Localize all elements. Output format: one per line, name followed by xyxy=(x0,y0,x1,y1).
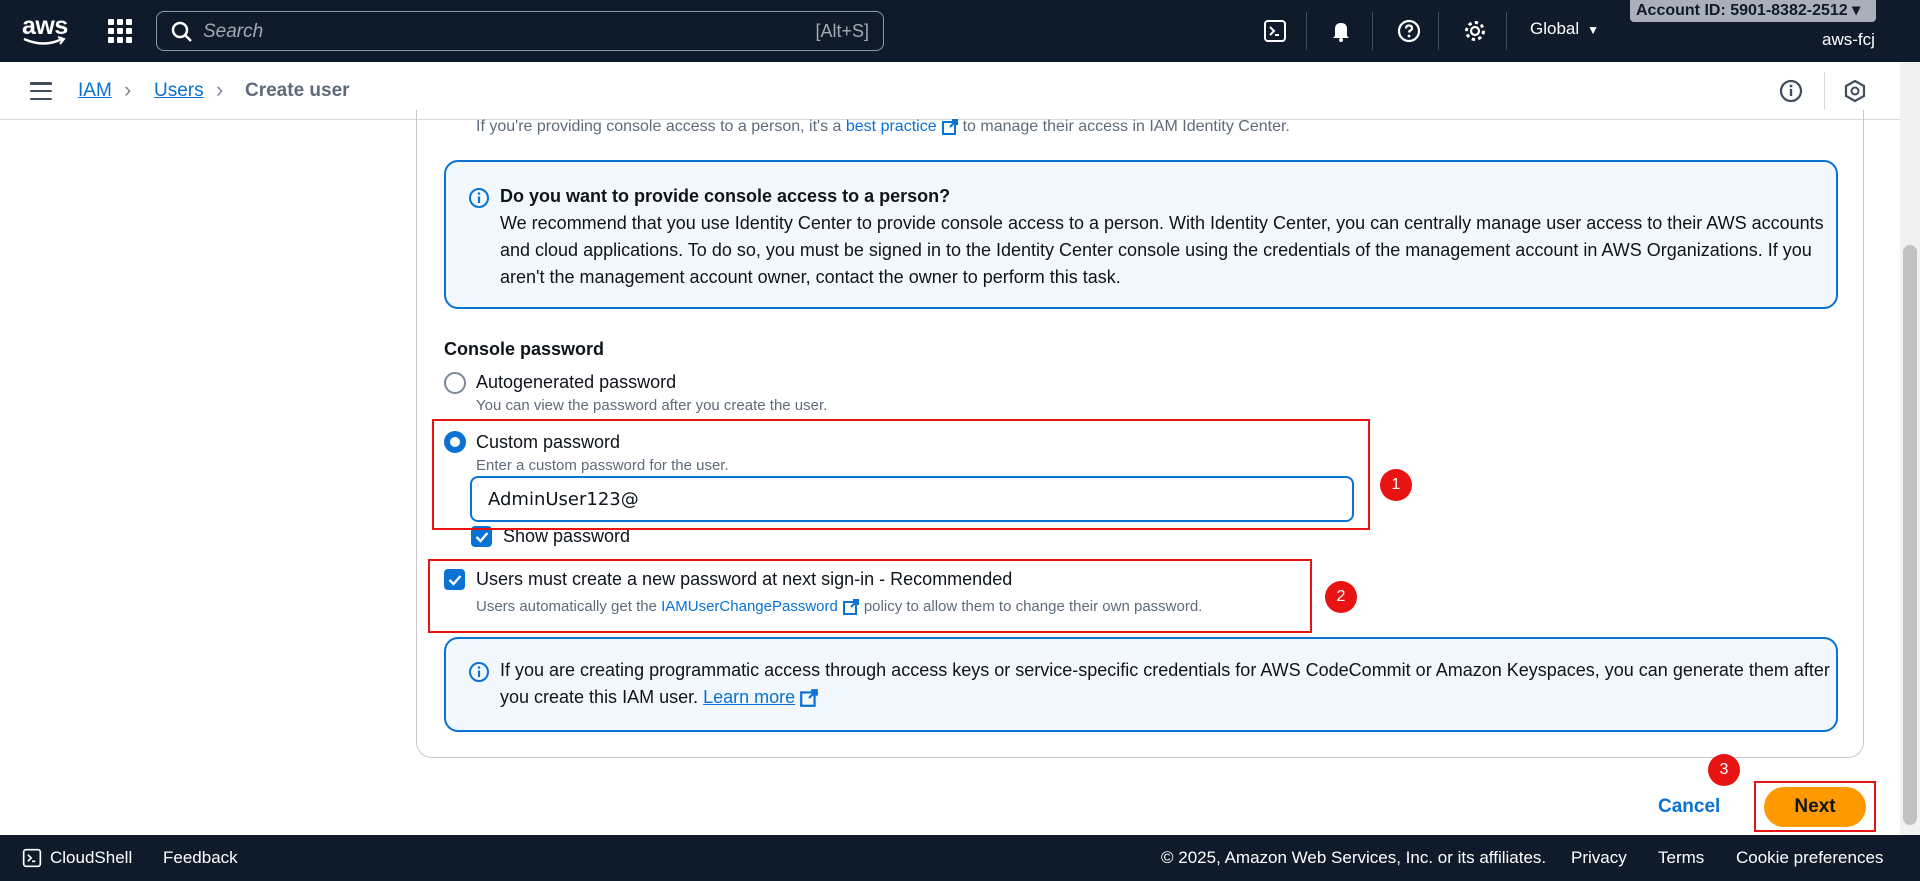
aws-logo[interactable]: aws xyxy=(20,12,68,46)
footer-terms[interactable]: Terms xyxy=(1658,848,1704,868)
cancel-button[interactable]: Cancel xyxy=(1658,796,1720,818)
services-grid-icon[interactable] xyxy=(108,19,132,43)
search-placeholder: Search xyxy=(203,21,264,42)
info-programmatic-body: If you are creating programmatic access … xyxy=(500,660,1830,708)
autogenerated-password-desc: You can view the password after you crea… xyxy=(476,397,828,414)
info-body: We recommend that you use Identity Cente… xyxy=(500,213,1824,287)
search-icon xyxy=(171,21,192,42)
annotation-badge-1: 1 xyxy=(1380,469,1412,501)
breadcrumb-users[interactable]: Users xyxy=(154,80,204,102)
external-link-icon xyxy=(800,689,819,708)
annotation-badge-2: 2 xyxy=(1325,581,1357,613)
scrollbar-thumb[interactable] xyxy=(1903,245,1917,825)
info-programmatic-access: If you are creating programmatic access … xyxy=(444,637,1838,732)
region-selector[interactable]: Global ▼ xyxy=(1530,19,1599,39)
footer-cloudshell[interactable]: CloudShell xyxy=(50,848,132,868)
console-password-label: Console password xyxy=(444,339,605,359)
account-id[interactable]: Account ID: 5901-8382-2512 ▾ xyxy=(1630,0,1876,22)
next-button[interactable]: Next xyxy=(1764,787,1866,827)
checkmark-icon xyxy=(475,531,488,543)
help-icon[interactable] xyxy=(1394,16,1424,46)
autogenerated-password-label[interactable]: Autogenerated password xyxy=(476,372,676,393)
footer: CloudShell Feedback © 2025, Amazon Web S… xyxy=(0,835,1920,881)
chevron-right-icon: › xyxy=(216,77,224,102)
footer-copyright: © 2025, Amazon Web Services, Inc. or its… xyxy=(1161,848,1547,867)
info-title: Do you want to provide console access to… xyxy=(500,186,951,206)
breadcrumb-iam[interactable]: IAM xyxy=(78,80,112,102)
footer-feedback[interactable]: Feedback xyxy=(163,848,238,868)
footer-privacy[interactable]: Privacy xyxy=(1571,848,1627,868)
info-icon[interactable] xyxy=(1778,78,1804,104)
region-label: Global xyxy=(1530,19,1580,38)
cloudshell-icon[interactable] xyxy=(1260,16,1290,46)
account-name[interactable]: aws-fcj xyxy=(1822,30,1875,50)
top-navigation: aws Search [Alt+S] Global ▼ Account ID: 5… xyxy=(0,0,1920,62)
info-console-access: Do you want to provide console access to… xyxy=(444,160,1838,309)
annotation-badge-3: 3 xyxy=(1708,754,1740,786)
best-practice-link[interactable]: best practice xyxy=(846,118,937,135)
menu-icon[interactable] xyxy=(30,82,52,100)
search-bar[interactable]: Search [Alt+S] xyxy=(156,11,884,51)
breadcrumb-current: Create user xyxy=(245,80,350,101)
cloudshell-icon[interactable] xyxy=(22,848,42,868)
search-shortcut: [Alt+S] xyxy=(815,21,869,41)
chevron-right-icon: › xyxy=(124,77,132,102)
bell-icon[interactable] xyxy=(1326,16,1356,46)
learn-more-link[interactable]: Learn more xyxy=(703,687,795,707)
external-link-icon xyxy=(941,119,958,135)
autogenerated-password-radio[interactable] xyxy=(444,372,466,394)
annotation-box-2 xyxy=(428,559,1312,633)
intro-text: If you're providing console access to a … xyxy=(476,118,1290,136)
info-icon xyxy=(469,662,489,682)
footer-cookie-preferences[interactable]: Cookie preferences xyxy=(1736,848,1883,868)
info-icon xyxy=(469,188,489,208)
annotation-box-1 xyxy=(432,419,1370,530)
hexagon-shield-icon[interactable] xyxy=(1842,78,1868,104)
gear-icon[interactable] xyxy=(1460,16,1490,46)
